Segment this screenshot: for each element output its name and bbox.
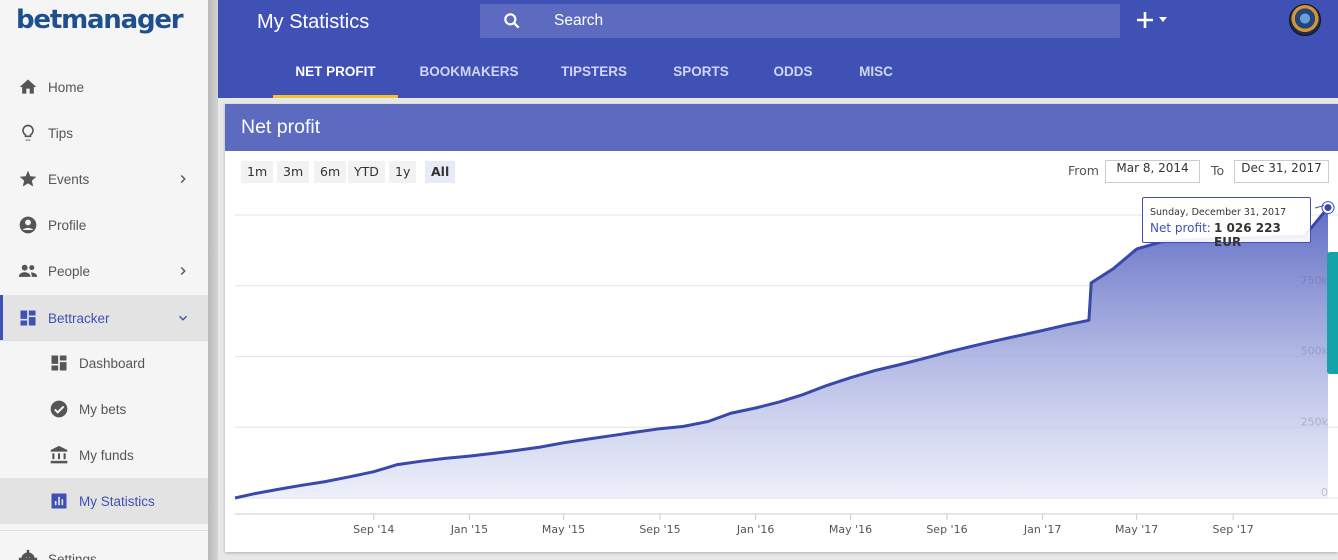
tooltip-value: 1 026 223 EUR [1214,221,1281,249]
sidebar-item-bettracker[interactable]: Bettracker [0,295,208,341]
sidebar-subitem-my-statistics[interactable]: My Statistics [0,478,208,524]
sidebar-subitem-my-bets[interactable]: My bets [0,386,208,432]
sidebar-item-home[interactable]: Home [0,64,208,110]
tab-tipsters[interactable]: TIPSTERS [554,48,634,98]
chevron-right-icon [180,175,186,183]
to-label: To [1211,163,1225,178]
card-title: Net profit [241,116,321,138]
profit-area [235,207,1328,498]
hover-marker [1324,204,1332,212]
x-tick-label: Sep '16 [926,523,967,536]
gear-icon [18,549,38,560]
home-icon [19,79,37,94]
x-tick-label: May '17 [1115,523,1158,536]
bank-icon [50,445,68,464]
people-icon [18,264,38,277]
sidebar-item-label: Events [48,171,90,187]
app-root: betmanager Home Tips Events Profile Peop… [0,0,1338,560]
sidebar-subitem-dashboard[interactable]: Dashboard [0,340,208,386]
tab-sports[interactable]: SPORTS [666,48,736,98]
sidebar-item-tips[interactable]: Tips [0,110,208,156]
sidebar-item-events[interactable]: Events [0,156,208,202]
sidebar-item-people[interactable]: People [0,248,208,294]
sidebar-item-settings[interactable]: Settings [0,536,208,560]
x-tick-label: May '16 [829,523,872,536]
app-logo[interactable]: betmanager [16,5,184,35]
star-icon [19,170,37,187]
chevron-right-icon [180,267,186,275]
sidebar-item-label: Dashboard [79,355,146,371]
sidebar-item-label: Tips [48,125,74,141]
dashboard-icon [20,310,36,326]
x-tick-label: Sep '17 [1213,523,1254,536]
range-6m-button[interactable]: 6m [314,161,347,183]
x-tick-label: Sep '15 [639,523,680,536]
sidebar-edge [208,0,218,560]
tab-net-profit[interactable]: NET PROFIT [273,48,398,98]
divider [0,530,208,531]
chart-tooltip: Sunday, December 31, 2017 Net profit: 1 … [1142,197,1311,249]
search-box[interactable] [480,4,1120,38]
feedback-tab[interactable] [1327,252,1338,374]
x-tick-label: Jan '17 [1023,523,1061,536]
page-title: My Statistics [257,11,370,33]
tab-odds[interactable]: ODDS [768,48,818,98]
range-ytd-button[interactable]: YTD [348,161,385,183]
x-tick-label: Jan '16 [736,523,774,536]
check-circle-icon [50,400,68,418]
sidebar-item-label: People [48,263,91,279]
dashboard-icon [51,355,67,371]
range-all-button[interactable]: All [425,161,456,183]
tooltip-series: Net profit: [1150,221,1211,235]
sidebar-item-label: Home [48,79,85,95]
search-icon[interactable] [502,11,522,31]
net-profit-card: Net profit 1m 3m 6m YTD 1y All From Mar … [225,104,1338,552]
from-label: From [1068,163,1099,178]
sidebar-subitem-my-funds[interactable]: My funds [0,432,208,478]
sidebar-item-label: Settings [48,551,97,560]
range-3m-button[interactable]: 3m [277,161,310,183]
lightbulb-icon [22,124,34,141]
chevron-down-icon [179,315,187,321]
x-tick-label: Sep '14 [353,523,394,536]
tab-misc[interactable]: MISC [850,48,902,98]
plus-icon[interactable] [1136,8,1170,32]
top-bar: My Statistics NET PROFIT BOOKMAKERS TIPS… [218,0,1338,98]
sidebar-item-label: My bets [79,401,127,417]
sidebar-item-profile[interactable]: Profile [0,202,208,248]
to-date-input[interactable]: Dec 31, 2017 [1234,160,1329,183]
bar-chart-icon [51,493,67,509]
sidebar-item-label: My funds [79,447,134,463]
account-circle-icon [19,216,37,234]
range-1y-button[interactable]: 1y [389,161,417,183]
search-input[interactable] [554,11,1094,31]
from-date-input[interactable]: Mar 8, 2014 [1105,160,1200,183]
sidebar-item-label: Bettracker [48,310,110,326]
x-tick-label: Jan '15 [450,523,488,536]
sidebar: betmanager Home Tips Events Profile Peop… [0,0,208,560]
card-header: Net profit [225,104,1338,151]
tooltip-date: Sunday, December 31, 2017 [1150,207,1287,218]
avatar[interactable] [1289,4,1321,36]
net-profit-chart[interactable]: 0250k500k750kSep '14Jan '15May '15Sep '1… [225,192,1338,552]
x-tick-label: May '15 [542,523,585,536]
tab-bookmakers[interactable]: BOOKMAKERS [414,48,524,98]
sidebar-item-label: Profile [48,217,87,233]
range-1m-button[interactable]: 1m [241,161,274,183]
sidebar-item-label: My Statistics [79,493,155,509]
